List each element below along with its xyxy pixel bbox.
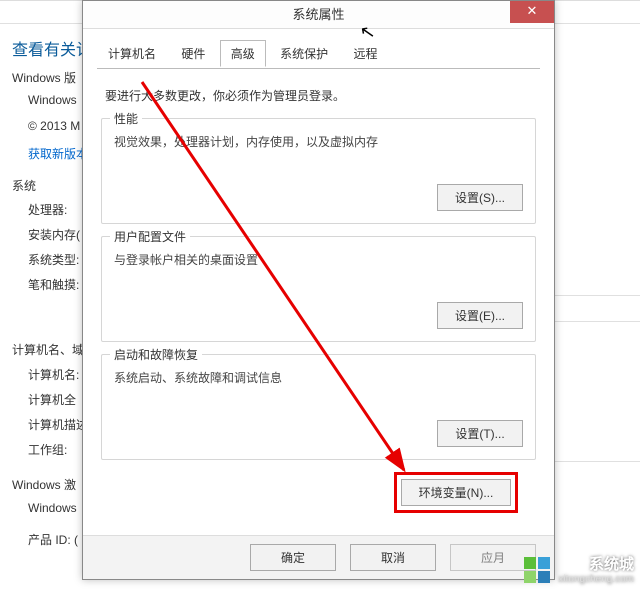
- bg-section-system: 系统: [12, 177, 36, 194]
- group-performance: 性能 视觉效果，处理器计划，内存使用，以及虚拟内存 设置(S)...: [101, 118, 536, 224]
- watermark: 系统城 xitongcheng.com: [524, 556, 634, 586]
- bg-section-name: 计算机名、域: [12, 341, 84, 358]
- tab-advanced[interactable]: 高级: [220, 40, 266, 67]
- env-row: 环境变量(N)...: [101, 472, 536, 513]
- group-startup-desc: 系统启动、系统故障和调试信息: [114, 369, 523, 386]
- apply-button[interactable]: 应月: [450, 544, 536, 571]
- tab-row: 计算机名 硬件 高级 系统保护 远程: [97, 39, 540, 69]
- bg-line-win: Windows: [28, 93, 77, 107]
- bg-line-ram: 安装内存(: [28, 226, 80, 243]
- environment-variables-button[interactable]: 环境变量(N)...: [401, 479, 511, 506]
- system-properties-dialog: 系统属性 ✕ 计算机名 硬件 高级 系统保护 远程 要进行大多数更改，你必须作为…: [82, 0, 555, 580]
- bg-line-winact: Windows: [28, 501, 77, 515]
- tab-hardware[interactable]: 硬件: [170, 40, 216, 66]
- cancel-button[interactable]: 取消: [350, 544, 436, 571]
- dialog-title: 系统属性: [292, 7, 344, 22]
- group-startup-title: 启动和故障恢复: [110, 346, 202, 363]
- group-user-profile: 用户配置文件 与登录帐户相关的桌面设置 设置(E)...: [101, 236, 536, 342]
- settings-startup-button[interactable]: 设置(T)...: [437, 420, 523, 447]
- settings-profile-button[interactable]: 设置(E)...: [437, 302, 523, 329]
- close-icon: ✕: [527, 3, 538, 18]
- ok-button[interactable]: 确定: [250, 544, 336, 571]
- tab-computer-name[interactable]: 计算机名: [97, 40, 167, 66]
- bg-line-systype: 系统类型:: [28, 251, 79, 268]
- watermark-cn: 系统城: [589, 556, 634, 574]
- bg-line-compname: 计算机名:: [28, 366, 79, 383]
- tab-remote[interactable]: 远程: [342, 40, 388, 66]
- bg-heading: 查看有关计: [12, 36, 92, 60]
- tab-system-protection[interactable]: 系统保护: [269, 40, 339, 66]
- settings-performance-button[interactable]: 设置(S)...: [437, 184, 523, 211]
- close-button[interactable]: ✕: [510, 1, 554, 23]
- group-startup-recovery: 启动和故障恢复 系统启动、系统故障和调试信息 设置(T)...: [101, 354, 536, 460]
- dialog-content: 要进行大多数更改，你必须作为管理员登录。 性能 视觉效果，处理器计划，内存使用，…: [83, 69, 554, 513]
- env-highlight-box: 环境变量(N)...: [394, 472, 518, 513]
- watermark-logo-icon: [524, 557, 552, 585]
- dialog-footer: 确定 取消 应月: [83, 535, 554, 579]
- watermark-en: xitongcheng.com: [558, 574, 634, 586]
- bg-line-workgroup: 工作组:: [28, 441, 67, 458]
- bg-line-cpu: 处理器:: [28, 201, 67, 218]
- bg-section-activate: Windows 激: [12, 476, 76, 493]
- group-performance-desc: 视觉效果，处理器计划，内存使用，以及虚拟内存: [114, 133, 523, 150]
- bg-line-compdesc: 计算机描述: [28, 416, 88, 433]
- bg-line-compfull: 计算机全: [28, 391, 76, 408]
- intro-text: 要进行大多数更改，你必须作为管理员登录。: [105, 87, 536, 104]
- dialog-titlebar[interactable]: 系统属性 ✕: [83, 1, 554, 29]
- bg-line-copyright: © 2013 M: [28, 119, 80, 133]
- group-performance-title: 性能: [110, 110, 142, 127]
- group-user-profile-desc: 与登录帐户相关的桌面设置: [114, 251, 523, 268]
- bg-section-windows: Windows 版: [12, 69, 76, 86]
- bg-link-getnew[interactable]: 获取新版本: [28, 145, 88, 162]
- group-user-profile-title: 用户配置文件: [110, 228, 190, 245]
- bg-line-product: 产品 ID: (: [28, 531, 78, 548]
- bg-line-pen: 笔和触摸:: [28, 276, 79, 293]
